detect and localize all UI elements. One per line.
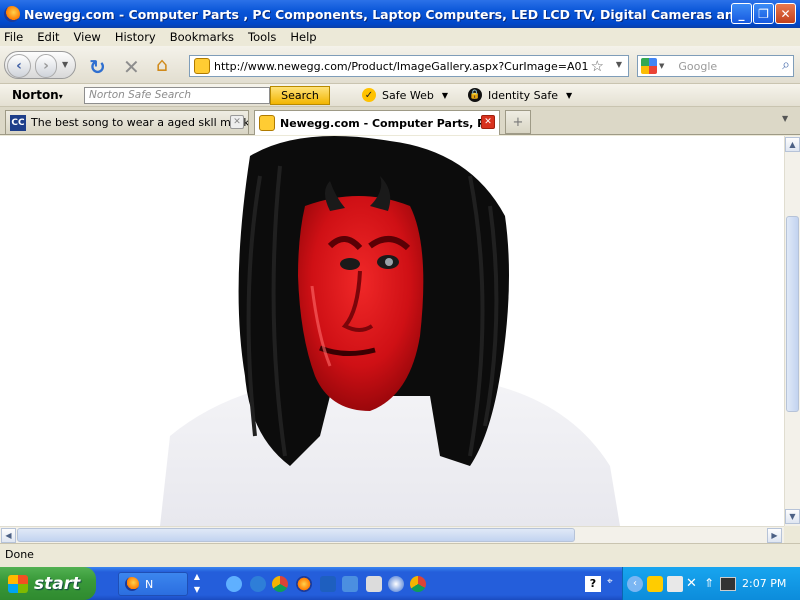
chevron-down-icon: ▼ (566, 90, 573, 100)
site-identity-icon[interactable] (194, 58, 210, 74)
start-button[interactable]: start (0, 567, 96, 600)
site-favicon-icon: CC (10, 114, 26, 131)
close-button[interactable]: ✕ (775, 3, 796, 24)
quicklaunch-network-icon[interactable] (366, 576, 382, 592)
norton-search-button[interactable]: Search (270, 86, 330, 105)
back-button[interactable]: ‹ (7, 54, 31, 78)
menu-tools[interactable]: Tools (248, 30, 276, 44)
navigation-toolbar: ‹ › ▼ ↻ ✕ ⌂ http://www.newegg.com/Produc… (0, 46, 800, 84)
monitor-icon[interactable] (720, 577, 736, 591)
back-forward-group: ‹ › ▼ (4, 51, 76, 79)
search-input[interactable]: Google (678, 60, 717, 73)
home-icon[interactable]: ⌂ (156, 54, 168, 76)
show-hidden-icons-icon[interactable]: ‹ (627, 576, 643, 592)
quicklaunch-settings-icon[interactable] (342, 576, 358, 592)
menu-history[interactable]: History (115, 30, 156, 44)
url-dropdown-icon[interactable]: ▼ (616, 60, 622, 69)
chevron-down-icon: ▼ (441, 90, 448, 100)
safe-web-menu[interactable]: ✓ Safe Web ▼ (362, 88, 448, 102)
scroll-right-icon[interactable]: ▶ (767, 528, 782, 543)
norton-toolbar: Norton▾ Norton Safe Search Search ✓ Safe… (0, 84, 800, 107)
status-bar: Done (0, 543, 800, 567)
help-icon[interactable]: ? (585, 576, 601, 592)
horizontal-scrollbar[interactable]: ◀ ▶ (0, 526, 784, 543)
menu-help[interactable]: Help (290, 30, 316, 44)
quicklaunch-ie-icon[interactable] (250, 576, 266, 592)
language-icon[interactable]: ⌖ (607, 576, 617, 592)
menu-view[interactable]: View (74, 30, 101, 44)
network-icon[interactable] (667, 576, 683, 592)
windows-flag-icon (8, 574, 28, 593)
menu-edit[interactable]: Edit (37, 30, 59, 44)
history-dropdown-icon[interactable]: ▼ (62, 60, 68, 69)
clock[interactable]: 2:07 PM (742, 577, 786, 590)
scroll-left-icon[interactable]: ◀ (1, 528, 16, 543)
quicklaunch-chrome-icon-2[interactable] (410, 576, 426, 592)
menu-bar: File Edit View History Bookmarks Tools H… (0, 28, 800, 46)
reload-icon[interactable]: ↻ (89, 55, 106, 79)
scroll-down-icon[interactable]: ▼ (785, 509, 800, 524)
quicklaunch-media-icon[interactable] (388, 576, 404, 592)
menu-file[interactable]: File (4, 30, 23, 44)
tab-newegg[interactable]: Newegg.com - Computer Parts, P... ✕ (254, 110, 500, 135)
taskbar-firefox-task[interactable]: N (118, 572, 188, 596)
identity-safe-menu[interactable]: 🔒 Identity Safe ▼ (468, 88, 572, 102)
window-title-bar[interactable]: Newegg.com - Computer Parts , PC Compone… (0, 0, 800, 28)
tab-close-icon[interactable]: ✕ (481, 115, 495, 129)
engine-dropdown-icon[interactable]: ▼ (659, 62, 664, 70)
antivirus-icon[interactable]: ⇑ (704, 576, 718, 592)
quicklaunch-chrome-icon[interactable] (272, 576, 288, 592)
minimize-button[interactable]: _ (731, 3, 752, 24)
norton-logo[interactable]: Norton▾ (12, 88, 63, 102)
menu-bookmarks[interactable]: Bookmarks (170, 30, 234, 44)
address-bar[interactable]: http://www.newegg.com/Product/ImageGalle… (189, 55, 629, 77)
firefox-icon (4, 6, 20, 22)
norton-search-input[interactable]: Norton Safe Search (84, 87, 270, 104)
horizontal-scroll-thumb[interactable] (17, 528, 575, 542)
product-image-devil-mask (0, 136, 784, 526)
quicklaunch-firefox-icon[interactable] (296, 576, 312, 592)
new-tab-button[interactable]: + (505, 110, 531, 134)
tab-aged-skull-mask[interactable]: CC The best song to wear a aged skll mas… (5, 110, 249, 134)
status-text: Done (5, 548, 34, 561)
tab-close-icon[interactable]: ✕ (230, 115, 244, 129)
checkmark-icon: ✓ (362, 88, 376, 102)
firefox-icon (125, 577, 139, 591)
tab-strip: CC The best song to wear a aged skll mas… (0, 107, 800, 135)
scroll-up-icon[interactable]: ▲ (785, 137, 800, 152)
norton-tray-icon[interactable] (647, 576, 663, 592)
search-icon[interactable]: ⌕ (782, 57, 790, 73)
forward-button[interactable]: › (35, 54, 57, 78)
quicklaunch-app-icon[interactable] (320, 576, 336, 592)
window-title: Newegg.com - Computer Parts , PC Compone… (24, 6, 744, 22)
restore-button[interactable]: ❐ (753, 3, 774, 24)
stop-icon[interactable]: ✕ (123, 55, 140, 79)
quicklaunch-bird-icon[interactable] (226, 576, 242, 592)
search-bar[interactable]: ▼ Google ⌕ (637, 55, 794, 77)
vertical-scrollbar[interactable]: ▲ ▼ (784, 136, 800, 526)
list-tabs-icon[interactable]: ▼ (782, 114, 788, 123)
lock-icon: 🔒 (468, 88, 482, 102)
volume-icon[interactable]: ✕ (686, 576, 702, 592)
taskbar-scroll-arrows[interactable]: ▲ ▼ (191, 570, 203, 597)
bookmark-star-icon[interactable]: ☆ (591, 57, 604, 75)
url-input[interactable]: http://www.newegg.com/Product/ImageGalle… (214, 60, 589, 73)
google-engine-icon[interactable] (641, 58, 657, 74)
page-content[interactable] (0, 136, 784, 526)
newegg-favicon-icon (259, 115, 275, 131)
vertical-scroll-thumb[interactable] (786, 216, 799, 412)
